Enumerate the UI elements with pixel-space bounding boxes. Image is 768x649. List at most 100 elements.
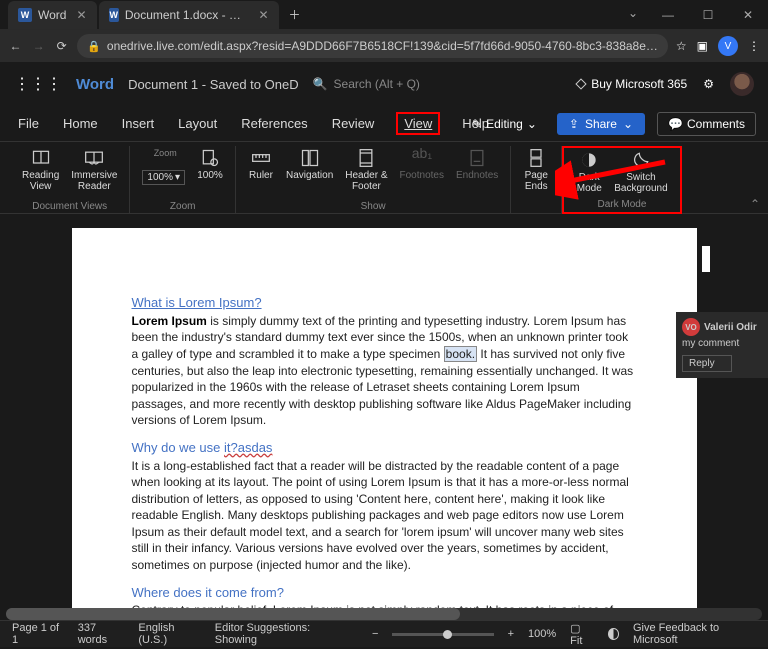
document-title-status[interactable]: Document 1 - Saved to OneD (128, 77, 299, 92)
close-tab-icon[interactable]: ✕ (76, 8, 86, 22)
new-tab-button[interactable]: ＋ (281, 6, 309, 23)
heading-1[interactable]: What is Lorem Ipsum? (132, 294, 637, 312)
ruler-button[interactable]: Ruler (242, 146, 280, 194)
tab-references[interactable]: References (239, 112, 309, 135)
lock-icon: 🔒 (87, 40, 101, 53)
word-count[interactable]: 337 words (78, 622, 125, 646)
paragraph-1[interactable]: Lorem Ipsum is simply dummy text of the … (132, 313, 637, 429)
app-header: ⋮⋮⋮ Word Document 1 - Saved to OneD 🔍 Se… (0, 62, 768, 106)
group-document-views: Reading View Immersive Reader Document V… (10, 146, 130, 214)
app-launcher-icon[interactable]: ⋮⋮⋮ (14, 74, 62, 94)
star-icon[interactable]: ☆ (676, 39, 687, 53)
comment-card[interactable]: VO Valerii Odir my comment Reply (676, 312, 768, 378)
switch-background-button[interactable]: Switch Background (608, 148, 673, 196)
horizontal-scrollbar[interactable] (6, 608, 762, 620)
heading-2[interactable]: Why do we use it?asdas (132, 439, 637, 457)
profile-avatar[interactable]: V (718, 36, 738, 56)
group-label: Zoom (170, 201, 196, 214)
reply-button[interactable]: Reply (682, 355, 732, 372)
comments-button[interactable]: 💬 Comments (657, 112, 756, 136)
browser-toolbar: ← → ⟳ 🔒 onedrive.live.com/edit.aspx?resi… (0, 30, 768, 62)
minimize-button[interactable]: — (648, 0, 688, 30)
heading-3[interactable]: Where does it come from? (132, 584, 637, 602)
group-label: Show (361, 201, 386, 214)
status-bar: Page 1 of 1 337 words English (U.S.) Edi… (0, 620, 768, 647)
header-footer-button[interactable]: Header & Footer (339, 146, 393, 194)
ribbon-tabs: File Home Insert Layout References Revie… (0, 106, 768, 142)
editing-mode-dropdown[interactable]: ✎ Editing ⌄ (464, 113, 545, 135)
zoom-100-button[interactable]: 100% (191, 146, 229, 187)
browser-tab-word[interactable]: W Word ✕ (8, 1, 97, 29)
account-avatar[interactable] (730, 72, 754, 96)
paragraph-2[interactable]: It is a long-established fact that a rea… (132, 458, 637, 574)
dark-mode-toggle-icon[interactable] (608, 628, 619, 640)
forward-button: → (31, 34, 46, 58)
page-ends-button[interactable]: Page Ends (517, 146, 555, 194)
group-page-ends: Page Ends (511, 146, 562, 214)
zoom-slider[interactable] (392, 633, 493, 636)
zoom-percent[interactable]: 100% (528, 628, 556, 640)
zoom-knob[interactable] (443, 630, 452, 639)
commenter-avatar: VO (682, 318, 700, 336)
buy-m365[interactable]: Buy Microsoft 365 (577, 77, 688, 91)
tab-insert[interactable]: Insert (120, 112, 157, 135)
tab-layout[interactable]: Layout (176, 112, 219, 135)
ribbon-body: Reading View Immersive Reader Document V… (0, 142, 768, 214)
browser-tab-doc[interactable]: W Document 1.docx - Microsoft W ✕ (99, 1, 279, 29)
group-show: Ruler Navigation Header & Footer ab₁Foot… (236, 146, 511, 214)
spelling-error[interactable]: it?asdas (224, 440, 272, 455)
tab-home[interactable]: Home (61, 112, 100, 135)
collapse-ribbon-icon[interactable]: ⌃ (750, 197, 760, 211)
text-selection[interactable]: book. (444, 346, 477, 362)
share-button[interactable]: ⇪ Share ⌄ (557, 113, 645, 135)
tab-file[interactable]: File (16, 112, 41, 135)
chevron-down-icon: ⌄ (527, 117, 537, 131)
back-button[interactable]: ← (8, 34, 23, 58)
browser-menu-icon[interactable]: ⋮ (748, 39, 760, 53)
word-favicon: W (18, 8, 32, 22)
close-tab-icon[interactable]: ✕ (258, 8, 268, 22)
immersive-reader-button[interactable]: Immersive Reader (65, 146, 123, 194)
comment-icon: 💬 (668, 117, 683, 131)
document-canvas[interactable]: What is Lorem Ipsum? Lorem Ipsum is simp… (0, 214, 768, 608)
address-bar[interactable]: 🔒 onedrive.live.com/edit.aspx?resid=A9DD… (77, 34, 668, 58)
reading-view-button[interactable]: Reading View (16, 146, 65, 194)
chevron-down-icon: ⌄ (623, 117, 633, 131)
dark-mode-button[interactable]: Dark Mode (570, 148, 608, 196)
page-count[interactable]: Page 1 of 1 (12, 622, 64, 646)
search-placeholder: Search (Alt + Q) (334, 77, 420, 91)
tab-title: Word (38, 8, 66, 22)
url-text: onedrive.live.com/edit.aspx?resid=A9DDD6… (107, 39, 658, 53)
diamond-icon (575, 78, 586, 89)
close-window-button[interactable]: ✕ (728, 0, 768, 30)
footnotes-button: ab₁Footnotes (394, 146, 450, 194)
editor-suggestions[interactable]: Editor Suggestions: Showing (215, 622, 344, 646)
zoom-in-button[interactable]: + (508, 628, 514, 640)
tab-view[interactable]: View (396, 112, 440, 135)
share-icon: ⇪ (569, 117, 579, 131)
zoom-out-button[interactable]: − (372, 628, 378, 640)
feedback-link[interactable]: Give Feedback to Microsoft (633, 622, 756, 646)
endnotes-button: Endnotes (450, 146, 504, 194)
fit-button[interactable]: ▢ Fit (570, 622, 594, 647)
maximize-button[interactable]: ☐ (688, 0, 728, 30)
chevron-down-icon: ▾ (175, 172, 180, 183)
word-favicon: W (109, 8, 119, 22)
pencil-icon: ✎ (472, 117, 482, 131)
tab-review[interactable]: Review (330, 112, 377, 135)
window-tab-dropdown[interactable]: ⌄ (628, 6, 638, 20)
group-zoom: Zoom100%▾ 100% Zoom (130, 146, 236, 214)
language[interactable]: English (U.S.) (138, 622, 200, 646)
settings-gear-icon[interactable]: ⚙ (703, 77, 714, 91)
search-box[interactable]: 🔍 Search (Alt + Q) (313, 77, 420, 91)
zoom-dropdown[interactable]: Zoom100%▾ (136, 146, 191, 187)
group-label: Document Views (32, 201, 107, 214)
extensions-icon[interactable]: ▣ (697, 39, 708, 53)
reload-button[interactable]: ⟳ (54, 34, 69, 58)
scrollbar-thumb[interactable] (6, 608, 460, 620)
navigation-button[interactable]: Navigation (280, 146, 339, 194)
group-label: Dark Mode (598, 199, 647, 212)
word-logo[interactable]: Word (76, 76, 114, 93)
search-container: 🔍 Search (Alt + Q) (313, 77, 563, 91)
document-page[interactable]: What is Lorem Ipsum? Lorem Ipsum is simp… (72, 228, 697, 608)
